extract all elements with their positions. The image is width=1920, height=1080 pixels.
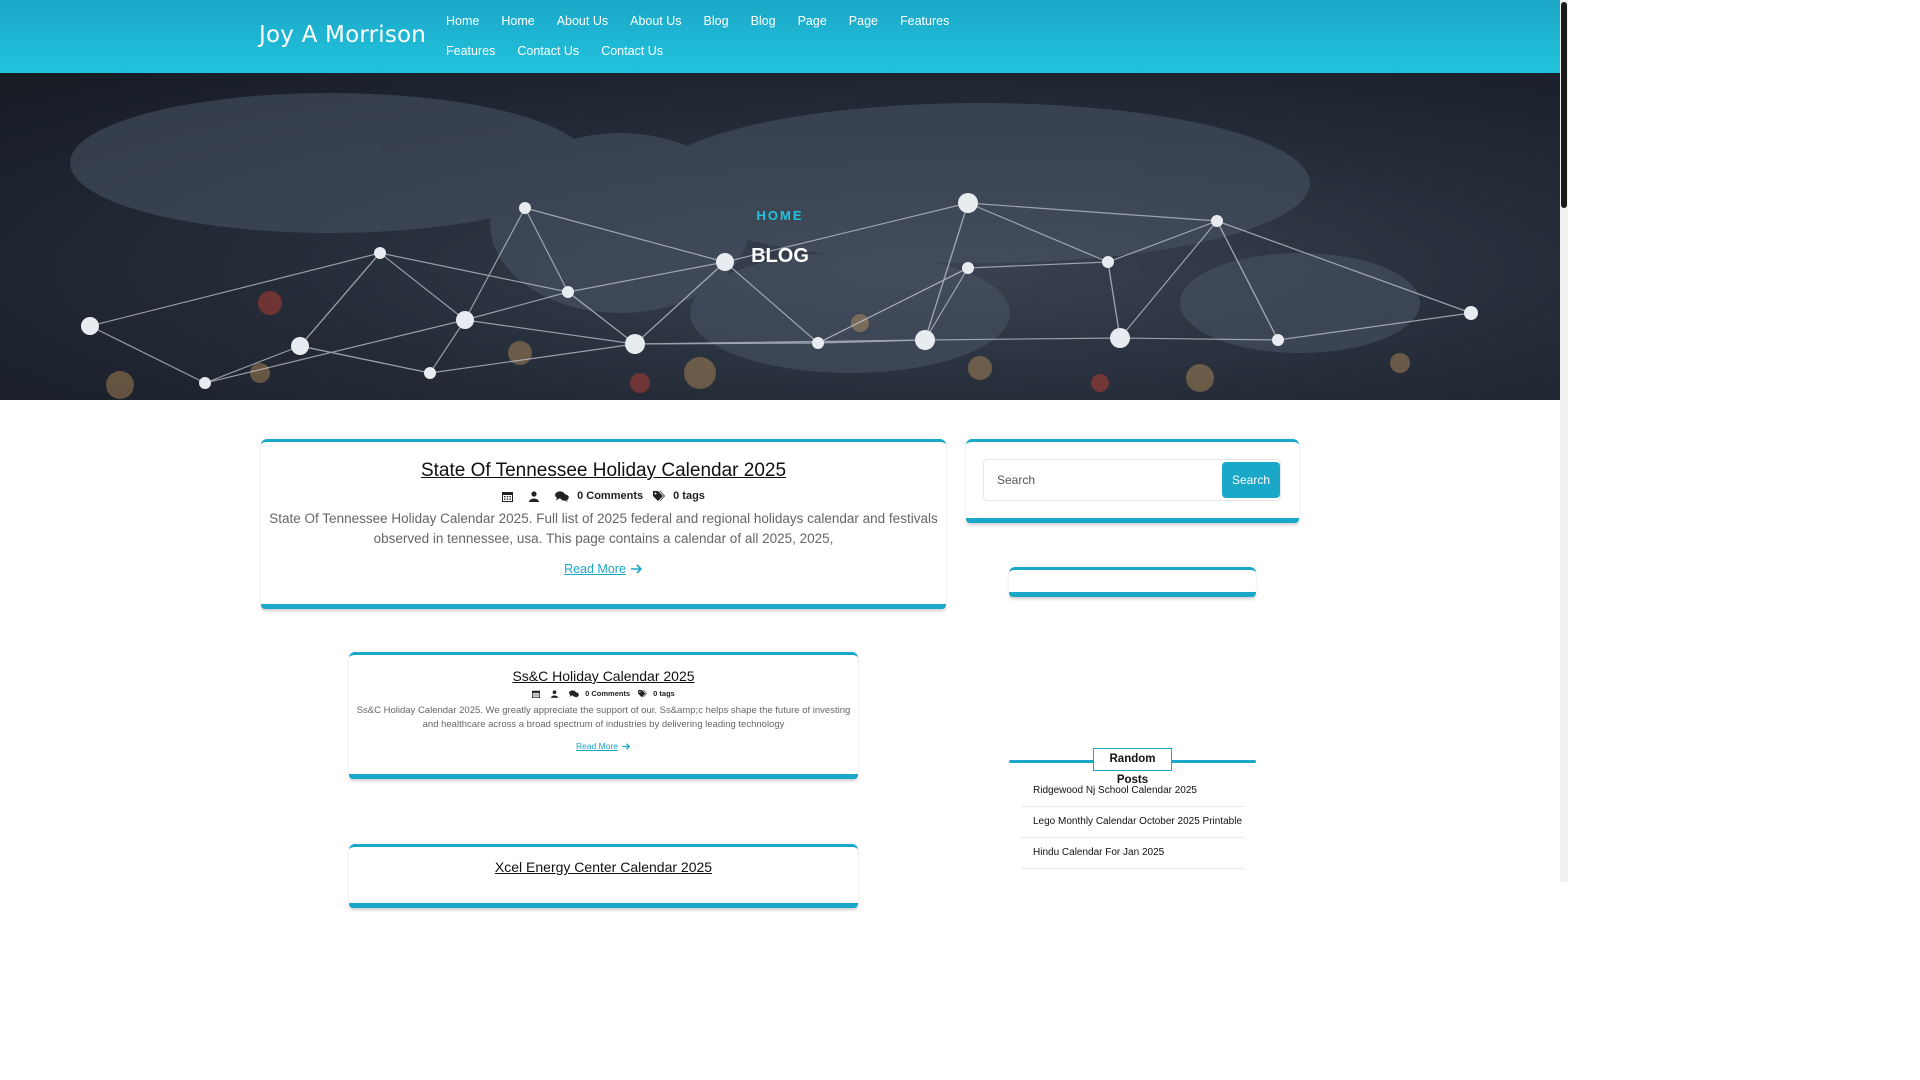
- nav-item-blog[interactable]: Blog: [704, 10, 729, 40]
- site-brand[interactable]: Joy A Morrison: [259, 22, 426, 48]
- post-meta: 0 Comments 0 tags: [349, 689, 858, 698]
- nav-item-home[interactable]: Home: [446, 10, 479, 40]
- empty-widget: [1009, 567, 1256, 597]
- post-excerpt: Ss&C Holiday Calendar 2025. We greatly a…: [356, 705, 851, 730]
- network-map-background: [70, 93, 1478, 399]
- user-icon: [551, 689, 559, 698]
- nav-item-page[interactable]: Page: [798, 10, 827, 40]
- comments-icon: [569, 689, 579, 698]
- user-icon: [529, 490, 540, 502]
- page-title: BLOG: [751, 245, 809, 267]
- main-nav: Home Home About Us About Us Blog Blog Pa…: [446, 10, 1026, 70]
- post-title-link[interactable]: State Of Tennessee Holiday Calendar 2025: [421, 460, 786, 481]
- read-more-link[interactable]: Read More: [576, 741, 631, 751]
- comments-icon: [555, 490, 569, 502]
- random-post-item[interactable]: Ridgewood Nj School Calendar 2025: [1021, 776, 1245, 807]
- search-button[interactable]: Search: [1222, 462, 1280, 498]
- post-title-link[interactable]: Xcel Energy Center Calendar 2025: [495, 859, 712, 875]
- post-comments-count[interactable]: 0 Comments: [577, 490, 643, 502]
- arrow-right-icon: [622, 742, 631, 750]
- post-title-link[interactable]: Ss&C Holiday Calendar 2025: [512, 668, 694, 684]
- search-box: Search: [983, 459, 1281, 501]
- post-excerpt: State Of Tennessee Holiday Calendar 2025…: [269, 511, 938, 546]
- post-card: Ss&C Holiday Calendar 2025 0 Comments 0 …: [349, 652, 858, 779]
- post-meta: 0 Comments 0 tags: [261, 490, 946, 502]
- page-scrollbar-thumb[interactable]: [1561, 2, 1567, 208]
- calendar-icon: [532, 690, 541, 698]
- calendar-icon: [502, 491, 514, 502]
- random-posts-list: Ridgewood Nj School Calendar 2025 Lego M…: [1021, 776, 1245, 869]
- nav-item-contact-us-2[interactable]: Contact Us: [601, 40, 663, 70]
- arrow-right-icon: [630, 564, 643, 574]
- nav-item-page-2[interactable]: Page: [849, 10, 878, 40]
- hero-banner: HOME BLOG: [0, 73, 1560, 400]
- search-input[interactable]: [984, 460, 1222, 500]
- post-comments-count[interactable]: 0 Comments: [585, 689, 630, 698]
- tags-icon: [653, 490, 666, 501]
- nav-item-home-2[interactable]: Home: [501, 10, 534, 40]
- post-tags-count[interactable]: 0 tags: [653, 689, 675, 698]
- post-card: Xcel Energy Center Calendar 2025: [349, 844, 858, 908]
- tags-icon: [638, 689, 648, 697]
- nav-item-features-2[interactable]: Features: [446, 40, 495, 70]
- read-more-link[interactable]: Read More: [564, 562, 643, 576]
- nav-item-blog-2[interactable]: Blog: [751, 10, 776, 40]
- nav-item-about-us-2[interactable]: About Us: [630, 10, 681, 40]
- nav-item-features[interactable]: Features: [900, 10, 949, 40]
- random-post-item[interactable]: Lego Monthly Calendar October 2025 Print…: [1021, 807, 1245, 838]
- post-card: State Of Tennessee Holiday Calendar 2025…: [261, 439, 946, 609]
- nav-item-about-us[interactable]: About Us: [557, 10, 608, 40]
- site-header: Joy A Morrison Home Home About Us About …: [0, 0, 1560, 73]
- nav-item-contact-us[interactable]: Contact Us: [517, 40, 579, 70]
- breadcrumb-home[interactable]: HOME: [0, 208, 1560, 223]
- random-posts-heading: Random Posts: [1093, 748, 1172, 786]
- post-tags-count[interactable]: 0 tags: [673, 490, 705, 502]
- random-post-item[interactable]: Hindu Calendar For Jan 2025: [1021, 838, 1245, 869]
